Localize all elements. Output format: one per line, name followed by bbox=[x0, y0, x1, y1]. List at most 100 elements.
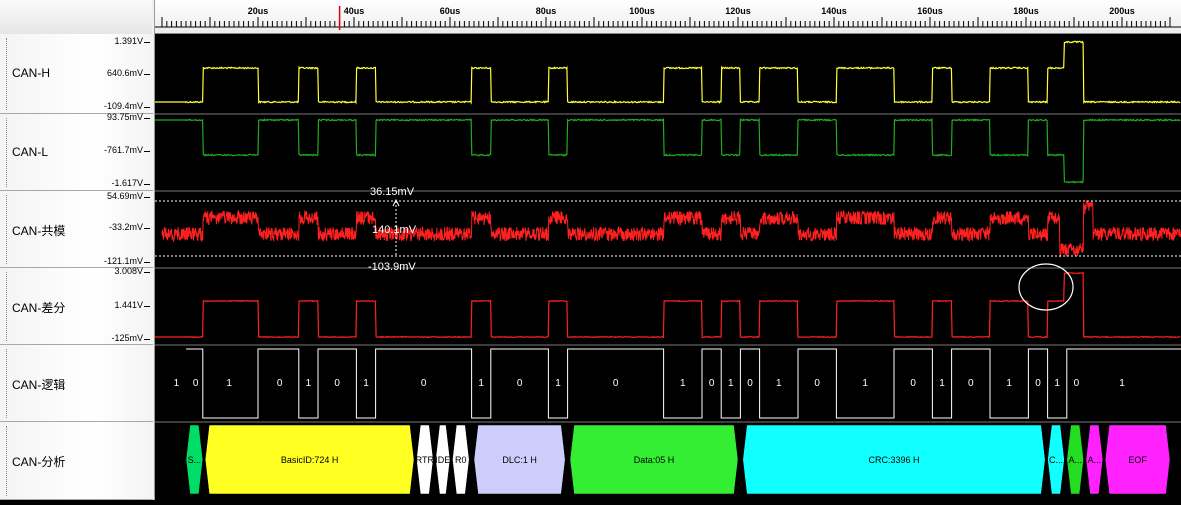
oscilloscope-window: CAN-H 1.391V 640.6mV -109.4mV CAN-L 93.75mV -7… bbox=[0, 0, 1181, 500]
channel-panel[interactable]: CAN-H 1.391V 640.6mV -109.4mV bbox=[0, 34, 153, 114]
logic-bit-label: 1 bbox=[1119, 378, 1125, 389]
logic-bit-label: 1 bbox=[363, 378, 369, 389]
time-ruler-svg: 20us 40us 60us 80us 100us 120us 140us 160us 180u… bbox=[155, 6, 1181, 30]
channel-scale-label: 1.441V bbox=[114, 300, 143, 310]
logic-bit-label: 0 bbox=[193, 378, 199, 389]
logic-bit-label: 1 bbox=[776, 378, 782, 389]
sidebar-corner bbox=[0, 0, 152, 35]
channel-panel[interactable]: CAN-分析 bbox=[0, 422, 153, 500]
protocol-field-label: EOF bbox=[1128, 455, 1147, 465]
logic-bit-label: 1 bbox=[862, 378, 868, 389]
measurement-value: -103.9mV bbox=[368, 261, 416, 273]
logic-bit-label: 1 bbox=[555, 378, 561, 389]
channel-panel[interactable]: CAN-L 93.75mV -761.7mV -1.617V bbox=[0, 112, 153, 191]
channel-panel-guide bbox=[6, 349, 8, 418]
logic-bit-label: 1 bbox=[174, 378, 180, 389]
channel-scale-tick bbox=[144, 272, 150, 273]
channel-scale-label: -1.617V bbox=[111, 178, 143, 188]
channel-scale-tick bbox=[144, 197, 150, 198]
waveform-plot[interactable]: 36.15mV 140.1mV -103.9mV 1 0 1 0 1 0 1 0 1 0 1 0 1 0 1 0 1 0… bbox=[155, 34, 1181, 500]
ruler-label: 140us bbox=[821, 6, 847, 16]
channel-scale-tick bbox=[144, 228, 150, 229]
logic-bit-label: 0 bbox=[277, 378, 283, 389]
logic-bit-label: 0 bbox=[709, 378, 715, 389]
protocol-field-label: R0 bbox=[455, 455, 467, 465]
ruler-label: 20us bbox=[248, 6, 269, 16]
logic-bit-label: 0 bbox=[910, 378, 916, 389]
channel-scale-tick bbox=[144, 339, 150, 340]
channel-panel[interactable]: CAN-逻辑 bbox=[0, 345, 153, 422]
channel-name: CAN-共模 bbox=[12, 223, 66, 238]
logic-bit-label: 0 bbox=[334, 378, 340, 389]
protocol-field-label: CRC:3396 H bbox=[868, 455, 919, 465]
channel-scale-label: 54.69mV bbox=[106, 191, 143, 201]
channel-name: CAN-H bbox=[12, 66, 50, 80]
protocol-field-label: DLC:1 H bbox=[502, 455, 537, 465]
measurement-value: 36.15mV bbox=[370, 186, 415, 198]
measurement-value: 140.1mV bbox=[372, 224, 417, 236]
channel-scale-tick bbox=[144, 306, 150, 307]
ruler-label: 100us bbox=[629, 6, 655, 16]
channel-panel-guide bbox=[6, 426, 8, 496]
protocol-field-label: C... bbox=[1049, 455, 1063, 465]
ruler-label: 80us bbox=[536, 6, 557, 16]
ruler-label: 200us bbox=[1109, 6, 1135, 16]
channel-scale-tick bbox=[144, 118, 150, 119]
channel-panel-guide bbox=[6, 272, 8, 341]
channel-name: CAN-分析 bbox=[12, 455, 66, 469]
protocol-field-label: S... bbox=[188, 455, 202, 465]
logic-bit-label: 0 bbox=[1074, 378, 1080, 389]
channel-scale-tick bbox=[144, 262, 150, 263]
channel-scale-tick bbox=[144, 184, 150, 185]
logic-bit-label: 1 bbox=[728, 378, 734, 389]
logic-bit-label: 1 bbox=[1054, 378, 1060, 389]
channel-name: CAN-逻辑 bbox=[12, 377, 66, 392]
logic-bit-label: 1 bbox=[478, 378, 484, 389]
channel-scale-label: 93.75mV bbox=[106, 112, 143, 122]
logic-bit-label: 0 bbox=[968, 378, 974, 389]
logic-bit-label: 0 bbox=[814, 378, 820, 389]
ruler-label: 40us bbox=[344, 6, 365, 16]
ruler-label: 120us bbox=[725, 6, 751, 16]
channel-sidebar: CAN-H 1.391V 640.6mV -109.4mV CAN-L 93.75mV -7… bbox=[0, 0, 155, 500]
channel-name: CAN-L bbox=[12, 144, 49, 159]
protocol-field-label: A... bbox=[1068, 455, 1082, 465]
protocol-field-label: BasicID:724 H bbox=[281, 455, 339, 465]
channel-scale-tick bbox=[144, 74, 150, 75]
logic-bit-label: 0 bbox=[613, 378, 619, 389]
channel-panel-guide bbox=[6, 195, 8, 264]
channel-scale-label: 3.008V bbox=[114, 266, 143, 276]
channel-scale-label: 1.391V bbox=[114, 36, 143, 46]
logic-bit-label: 0 bbox=[517, 378, 523, 389]
channel-scale-tick bbox=[144, 107, 150, 108]
waveform-svg: 36.15mV 140.1mV -103.9mV 1 0 1 0 1 0 1 0 1 0 1 0 1 0 1 0 1 0… bbox=[155, 34, 1181, 500]
protocol-field-label: IDE bbox=[435, 455, 450, 465]
ruler-label: 180us bbox=[1013, 6, 1039, 16]
channel-scale-label: -121.1mV bbox=[103, 256, 143, 266]
channel-scale-tick bbox=[144, 151, 150, 152]
logic-bit-label: 0 bbox=[1035, 378, 1041, 389]
channel-name: CAN-差分 bbox=[12, 300, 66, 315]
protocol-field-label: Data:05 H bbox=[634, 455, 675, 465]
channel-scale-label: -761.7mV bbox=[103, 145, 143, 155]
ruler-label: 60us bbox=[440, 6, 461, 16]
logic-bit-label: 1 bbox=[306, 378, 312, 389]
channel-scale-label: -125mV bbox=[111, 333, 143, 343]
time-ruler[interactable]: 20us 40us 60us 80us 100us 120us 140us 160us 180u… bbox=[155, 0, 1181, 34]
channel-panel-guide bbox=[6, 38, 8, 110]
protocol-field-label: RTR bbox=[416, 455, 435, 465]
channel-scale-label: 640.6mV bbox=[106, 68, 143, 78]
channel-scale-label: -33.2mV bbox=[108, 222, 143, 232]
channel-scale-tick bbox=[144, 42, 150, 43]
logic-bit-label: 1 bbox=[680, 378, 686, 389]
logic-bit-label: 1 bbox=[939, 378, 945, 389]
channel-panel[interactable]: CAN-差分 3.008V 1.441V -125mV bbox=[0, 266, 153, 345]
logic-bit-label: 1 bbox=[226, 378, 232, 389]
ruler-label: 160us bbox=[917, 6, 943, 16]
logic-bit-label: 0 bbox=[747, 378, 753, 389]
protocol-field-label: A... bbox=[1088, 455, 1102, 465]
channel-panel[interactable]: CAN-共模 54.69mV -33.2mV -121.1mV bbox=[0, 191, 153, 268]
channel-panel-guide bbox=[6, 118, 8, 187]
channel-scale-label: -109.4mV bbox=[103, 101, 143, 111]
logic-bit-label: 1 bbox=[1006, 378, 1012, 389]
